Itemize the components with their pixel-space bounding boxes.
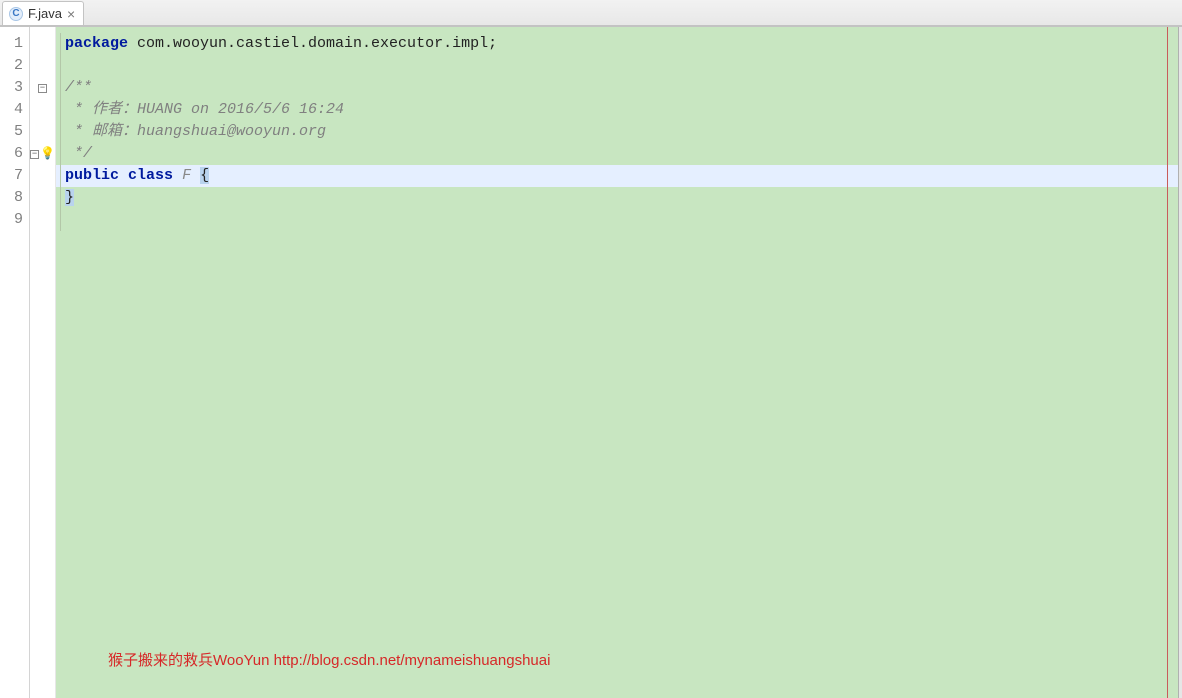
- code-line[interactable]: [56, 55, 1182, 77]
- javadoc-close: */: [65, 145, 92, 162]
- keyword-public: public: [65, 167, 119, 184]
- line-number[interactable]: 8: [0, 187, 29, 209]
- package-path: com.wooyun.castiel.domain.executor.impl;: [128, 35, 497, 52]
- fold-collapse-icon[interactable]: −: [30, 150, 39, 159]
- code-line[interactable]: /**: [56, 77, 1182, 99]
- code-line[interactable]: package com.wooyun.castiel.domain.execut…: [56, 33, 1182, 55]
- editor-tab-bar: C F.java ×: [0, 0, 1182, 26]
- class-name: F: [182, 167, 191, 184]
- code-canvas[interactable]: package com.wooyun.castiel.domain.execut…: [56, 27, 1182, 698]
- code-line[interactable]: * 作者：HUANG on 2016/5/6 16:24: [56, 99, 1182, 121]
- line-number[interactable]: 7: [0, 165, 29, 187]
- code-line[interactable]: public class F {: [56, 165, 1182, 187]
- javadoc-open: /**: [65, 79, 92, 96]
- keyword-package: package: [65, 35, 128, 52]
- java-class-icon: C: [9, 7, 23, 21]
- code-line[interactable]: [56, 209, 1182, 231]
- line-number[interactable]: 4: [0, 99, 29, 121]
- javadoc-line: * 作者：HUANG on 2016/5/6 16:24: [65, 101, 344, 118]
- line-number[interactable]: 9: [0, 209, 29, 231]
- line-number[interactable]: 6: [0, 143, 29, 165]
- line-number[interactable]: 3: [0, 77, 29, 99]
- brace-close: }: [65, 189, 74, 206]
- close-icon[interactable]: ×: [67, 7, 75, 21]
- brace-open: {: [200, 167, 209, 184]
- keyword-class: class: [128, 167, 173, 184]
- line-number[interactable]: 2: [0, 55, 29, 77]
- line-number-gutter[interactable]: 1 2 3 4 5 6 7 8 9: [0, 27, 30, 698]
- tab-label: F.java: [28, 6, 62, 21]
- line-number[interactable]: 1: [0, 33, 29, 55]
- watermark-text: 猴子搬来的救兵WooYun http://blog.csdn.net/mynam…: [108, 649, 550, 670]
- javadoc-line: * 邮箱：huangshuai@wooyun.org: [65, 123, 326, 140]
- file-tab-f-java[interactable]: C F.java ×: [2, 1, 84, 25]
- code-line[interactable]: }: [56, 187, 1182, 209]
- code-line[interactable]: */: [56, 143, 1182, 165]
- editor-area: 1 2 3 4 5 6 7 8 9 − −💡 package com.wooyu…: [0, 26, 1182, 698]
- fold-collapse-icon[interactable]: −: [38, 84, 47, 93]
- fold-gutter: − −💡: [30, 27, 56, 698]
- line-number[interactable]: 5: [0, 121, 29, 143]
- ide-root: C F.java × 1 2 3 4 5 6 7 8 9 − −💡: [0, 0, 1182, 698]
- code-line[interactable]: * 邮箱：huangshuai@wooyun.org: [56, 121, 1182, 143]
- intention-bulb-icon[interactable]: 💡: [40, 143, 55, 165]
